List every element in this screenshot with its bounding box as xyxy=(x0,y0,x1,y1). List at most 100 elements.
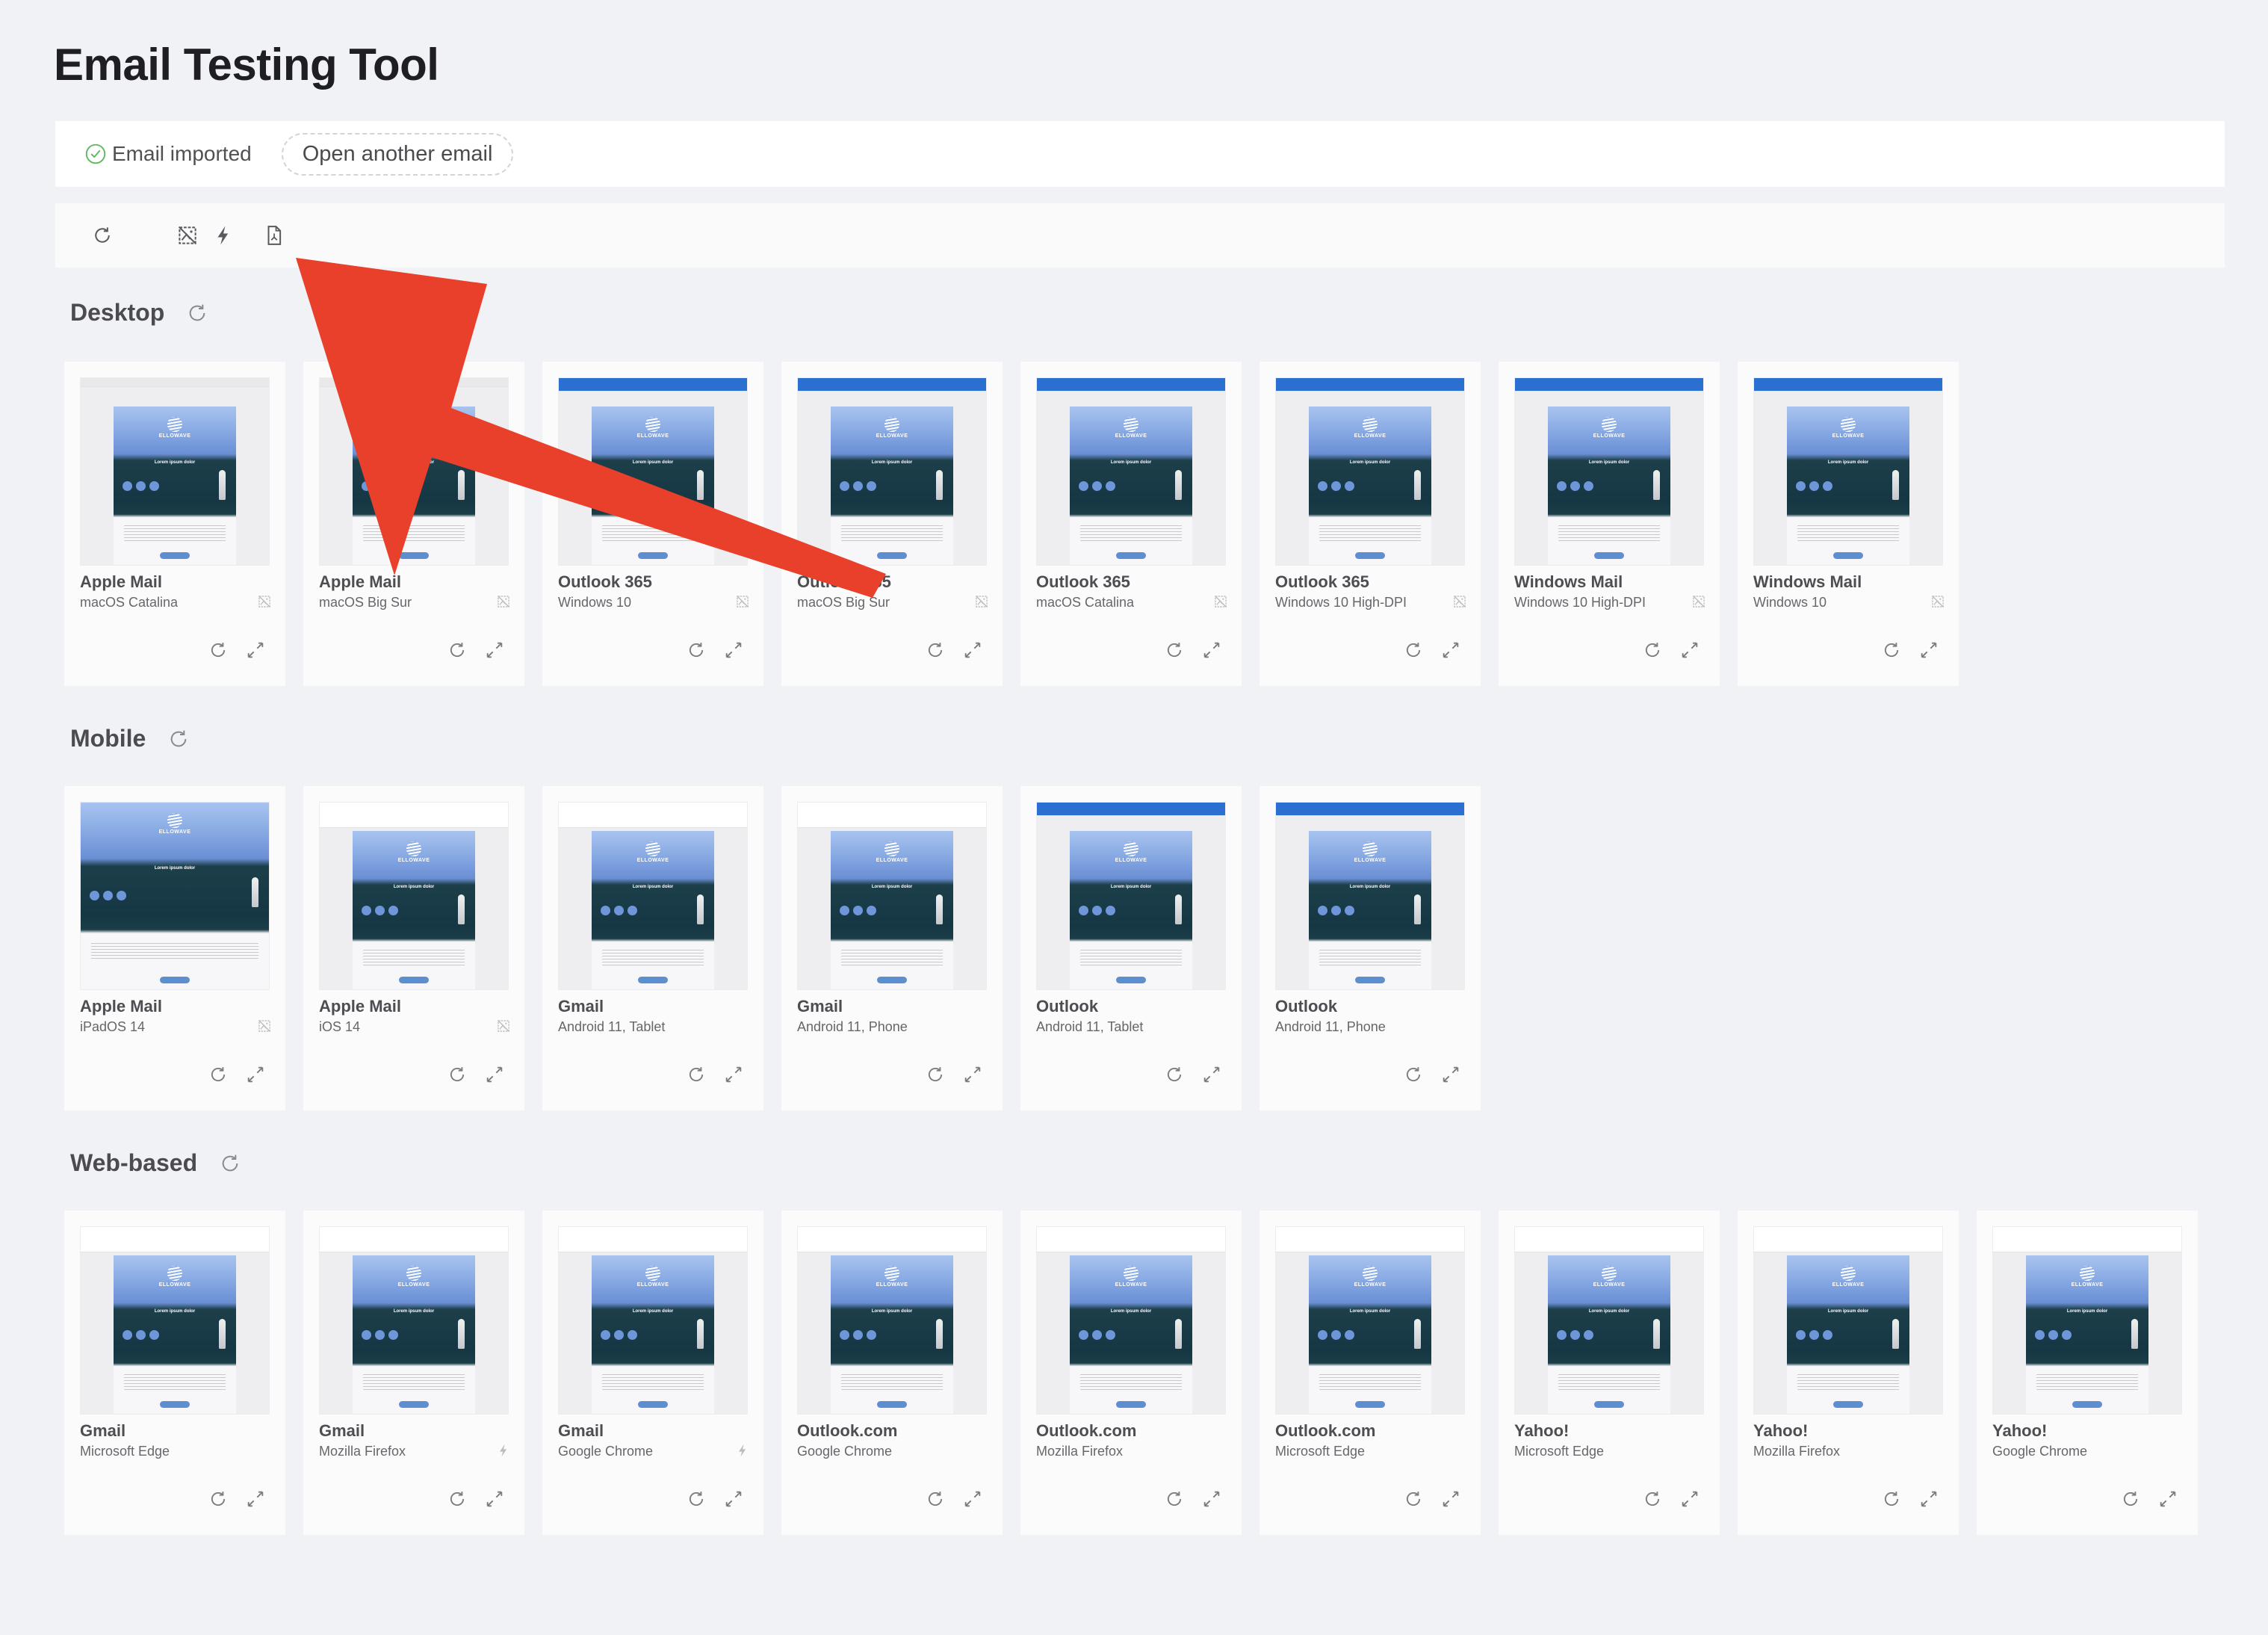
expand-icon[interactable] xyxy=(1201,1064,1222,1085)
email-preview-thumbnail[interactable]: ELLOWAVE Lorem ipsum dolor xyxy=(1753,377,1943,566)
expand-icon[interactable] xyxy=(1440,1489,1461,1509)
client-card[interactable]: ELLOWAVE Lorem ipsum dolor Windows Mail … xyxy=(1499,362,1720,686)
email-preview-thumbnail[interactable]: ELLOWAVE Lorem ipsum dolor xyxy=(319,802,509,990)
client-card[interactable]: ELLOWAVE Lorem ipsum dolor Outlook Andro… xyxy=(1260,786,1481,1110)
email-preview-thumbnail[interactable]: ELLOWAVE Lorem ipsum dolor xyxy=(797,802,987,990)
client-card[interactable]: ELLOWAVE Lorem ipsum dolor Outlook 365 W… xyxy=(542,362,763,686)
refresh-icon[interactable] xyxy=(1403,640,1424,661)
refresh-icon[interactable] xyxy=(208,1489,229,1509)
images-off-icon[interactable] xyxy=(176,224,199,247)
client-card[interactable]: ELLOWAVE Lorem ipsum dolor Gmail Android… xyxy=(542,786,763,1110)
refresh-icon[interactable] xyxy=(1164,1489,1185,1509)
client-card[interactable]: ELLOWAVE Lorem ipsum dolor Yahoo! Micros… xyxy=(1499,1211,1720,1535)
expand-icon[interactable] xyxy=(962,1489,983,1509)
email-preview-thumbnail[interactable]: ELLOWAVE Lorem ipsum dolor xyxy=(1992,1226,2182,1415)
expand-icon[interactable] xyxy=(1918,1489,1939,1509)
expand-icon[interactable] xyxy=(1679,1489,1700,1509)
client-card[interactable]: ELLOWAVE Lorem ipsum dolor Gmail Android… xyxy=(781,786,1003,1110)
refresh-icon[interactable] xyxy=(447,640,468,661)
client-card[interactable]: ELLOWAVE Lorem ipsum dolor Gmail Google … xyxy=(542,1211,763,1535)
client-card[interactable]: ELLOWAVE Lorem ipsum dolor Outlook.com G… xyxy=(781,1211,1003,1535)
expand-icon[interactable] xyxy=(723,640,744,661)
client-card[interactable]: ELLOWAVE Lorem ipsum dolor Yahoo! Mozill… xyxy=(1738,1211,1959,1535)
refresh-icon[interactable] xyxy=(1403,1489,1424,1509)
expand-icon[interactable] xyxy=(1201,1489,1222,1509)
refresh-icon[interactable] xyxy=(1642,640,1663,661)
refresh-icon[interactable] xyxy=(1881,640,1902,661)
refresh-icon[interactable] xyxy=(1164,1064,1185,1085)
email-preview-thumbnail[interactable]: ELLOWAVE Lorem ipsum dolor xyxy=(797,1226,987,1415)
expand-icon[interactable] xyxy=(245,640,266,661)
expand-icon[interactable] xyxy=(962,640,983,661)
email-preview-thumbnail[interactable]: ELLOWAVE Lorem ipsum dolor xyxy=(1275,1226,1465,1415)
email-preview-thumbnail[interactable]: ELLOWAVE Lorem ipsum dolor xyxy=(558,802,748,990)
refresh-icon[interactable] xyxy=(91,224,114,247)
client-card[interactable]: ELLOWAVE Lorem ipsum dolor Yahoo! Google… xyxy=(1977,1211,2198,1535)
expand-icon[interactable] xyxy=(1679,640,1700,661)
expand-icon[interactable] xyxy=(484,1064,505,1085)
email-preview-thumbnail[interactable]: ELLOWAVE Lorem ipsum dolor xyxy=(1514,1226,1704,1415)
email-preview-thumbnail[interactable]: ELLOWAVE Lorem ipsum dolor xyxy=(1753,1226,1943,1415)
client-card[interactable]: ELLOWAVE Lorem ipsum dolor Outlook.com M… xyxy=(1260,1211,1481,1535)
refresh-icon[interactable] xyxy=(686,640,707,661)
client-card[interactable]: ELLOWAVE Lorem ipsum dolor Apple Mail ma… xyxy=(64,362,285,686)
client-card[interactable]: ELLOWAVE Lorem ipsum dolor Apple Mail iO… xyxy=(303,786,524,1110)
refresh-icon[interactable] xyxy=(925,1489,946,1509)
email-preview-thumbnail[interactable]: ELLOWAVE Lorem ipsum dolor xyxy=(80,377,270,566)
email-preview-thumbnail[interactable]: ELLOWAVE Lorem ipsum dolor xyxy=(1514,377,1704,566)
refresh-icon[interactable] xyxy=(686,1064,707,1085)
refresh-icon[interactable] xyxy=(447,1489,468,1509)
expand-icon[interactable] xyxy=(245,1489,266,1509)
expand-icon[interactable] xyxy=(723,1064,744,1085)
client-card[interactable]: ELLOWAVE Lorem ipsum dolor Gmail Mozilla… xyxy=(303,1211,524,1535)
client-card[interactable]: ELLOWAVE Lorem ipsum dolor Outlook 365 m… xyxy=(781,362,1003,686)
client-card[interactable]: ELLOWAVE Lorem ipsum dolor Outlook.com M… xyxy=(1020,1211,1242,1535)
refresh-icon[interactable] xyxy=(208,1064,229,1085)
section-refresh-icon[interactable] xyxy=(167,727,190,751)
section-refresh-icon[interactable] xyxy=(185,301,209,325)
email-preview-thumbnail[interactable]: ELLOWAVE Lorem ipsum dolor xyxy=(1036,1226,1226,1415)
email-preview-thumbnail[interactable]: ELLOWAVE Lorem ipsum dolor xyxy=(319,1226,509,1415)
refresh-icon[interactable] xyxy=(1164,640,1185,661)
email-preview-thumbnail[interactable]: ELLOWAVE Lorem ipsum dolor xyxy=(558,377,748,566)
refresh-icon[interactable] xyxy=(447,1064,468,1085)
refresh-icon[interactable] xyxy=(925,1064,946,1085)
email-preview-thumbnail[interactable]: ELLOWAVE Lorem ipsum dolor xyxy=(558,1226,748,1415)
client-card[interactable]: ELLOWAVE Lorem ipsum dolor Windows Mail … xyxy=(1738,362,1959,686)
section-refresh-icon[interactable] xyxy=(218,1152,242,1175)
refresh-icon[interactable] xyxy=(208,640,229,661)
client-card[interactable]: ELLOWAVE Lorem ipsum dolor Outlook 365 W… xyxy=(1260,362,1481,686)
dark-mode-icon[interactable] xyxy=(142,224,164,247)
expand-icon[interactable] xyxy=(1440,1064,1461,1085)
refresh-icon[interactable] xyxy=(2120,1489,2141,1509)
expand-icon[interactable] xyxy=(1201,640,1222,661)
refresh-icon[interactable] xyxy=(1881,1489,1902,1509)
client-card[interactable]: ELLOWAVE Lorem ipsum dolor Outlook 365 m… xyxy=(1020,362,1242,686)
expand-icon[interactable] xyxy=(1918,640,1939,661)
bolt-icon[interactable] xyxy=(212,224,235,247)
email-preview-thumbnail[interactable]: ELLOWAVE Lorem ipsum dolor xyxy=(319,377,509,566)
email-preview-thumbnail[interactable]: ELLOWAVE Lorem ipsum dolor xyxy=(80,1226,270,1415)
refresh-icon[interactable] xyxy=(1642,1489,1663,1509)
email-preview-thumbnail[interactable]: ELLOWAVE Lorem ipsum dolor xyxy=(80,802,270,990)
client-card[interactable]: ELLOWAVE Lorem ipsum dolor Apple Mail iP… xyxy=(64,786,285,1110)
client-card[interactable]: ELLOWAVE Lorem ipsum dolor Gmail Microso… xyxy=(64,1211,285,1535)
expand-icon[interactable] xyxy=(245,1064,266,1085)
email-preview-thumbnail[interactable]: ELLOWAVE Lorem ipsum dolor xyxy=(1036,377,1226,566)
email-preview-thumbnail[interactable]: ELLOWAVE Lorem ipsum dolor xyxy=(1036,802,1226,990)
client-card[interactable]: ELLOWAVE Lorem ipsum dolor Apple Mail ma… xyxy=(303,362,524,686)
email-preview-thumbnail[interactable]: ELLOWAVE Lorem ipsum dolor xyxy=(797,377,987,566)
expand-icon[interactable] xyxy=(723,1489,744,1509)
email-preview-thumbnail[interactable]: ELLOWAVE Lorem ipsum dolor xyxy=(1275,802,1465,990)
client-card[interactable]: ELLOWAVE Lorem ipsum dolor Outlook Andro… xyxy=(1020,786,1242,1110)
refresh-icon[interactable] xyxy=(1403,1064,1424,1085)
expand-icon[interactable] xyxy=(484,640,505,661)
expand-icon[interactable] xyxy=(484,1489,505,1509)
refresh-icon[interactable] xyxy=(925,640,946,661)
email-preview-thumbnail[interactable]: ELLOWAVE Lorem ipsum dolor xyxy=(1275,377,1465,566)
refresh-icon[interactable] xyxy=(686,1489,707,1509)
expand-icon[interactable] xyxy=(2157,1489,2178,1509)
pdf-icon[interactable] xyxy=(263,224,285,247)
open-another-email-button[interactable]: Open another email xyxy=(281,132,514,176)
expand-icon[interactable] xyxy=(962,1064,983,1085)
